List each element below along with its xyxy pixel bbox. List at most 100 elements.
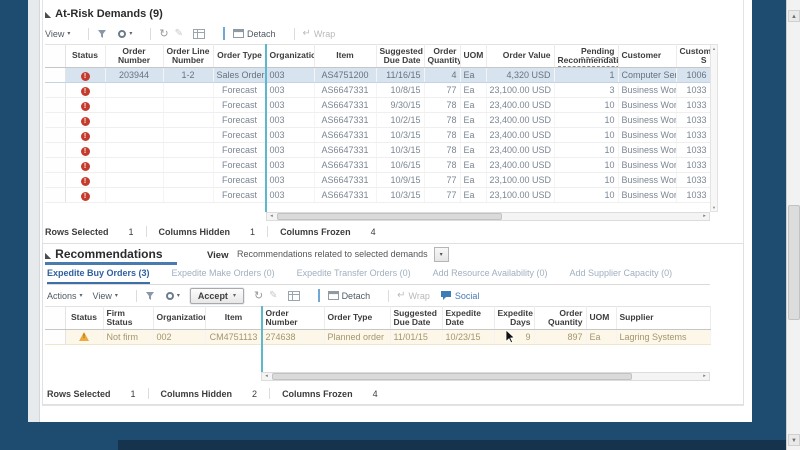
scroll-right-icon[interactable]: ▸ [700, 213, 709, 220]
at-risk-demand-row[interactable]: ! Forecast 003 AS6647331 10/8/15 77 Ea 23,100.0… [45, 82, 711, 98]
at-risk-section-header[interactable]: ◣ At-Risk Demands (9) [45, 8, 163, 20]
detach-button[interactable]: Detach [233, 29, 276, 39]
freeze-grid-icon [193, 28, 205, 39]
cell: 23,100.00 USD [486, 172, 555, 188]
refresh-button[interactable]: ↻ [159, 27, 168, 40]
wrap-button[interactable]: ↵ Wrap [397, 290, 430, 301]
cell: 003 [266, 67, 315, 83]
collapse-caret-icon[interactable]: ◣ [45, 251, 51, 260]
scrollbar-thumb[interactable] [788, 205, 800, 320]
tab-add-resource-availability-0[interactable]: Add Resource Availability (0) [433, 268, 548, 284]
column-header[interactable]: UOM [460, 44, 487, 68]
horizontal-scrollbar[interactable]: ◂ ▸ [266, 212, 710, 221]
scroll-down-icon[interactable]: ▼ [711, 205, 717, 210]
scrollbar-thumb[interactable] [277, 213, 502, 220]
column-header-label: Order Value [502, 50, 551, 61]
at-risk-demand-row[interactable]: ! Forecast 003 AS6647331 10/2/15 78 Ea 23,400.0… [45, 112, 711, 128]
format-menu-button[interactable]: ▾ [165, 291, 180, 300]
refresh-button[interactable]: ↻ [254, 289, 263, 302]
recommendations-section-header[interactable]: ◣ Recommendations [45, 247, 163, 261]
column-header[interactable]: Expedite Date [442, 306, 495, 330]
column-header[interactable]: Firm Status [103, 306, 154, 330]
at-risk-demand-row[interactable]: ! Forecast 003 AS6647331 10/6/15 78 Ea 23,400.0… [45, 157, 711, 173]
section-accent-underline [45, 262, 177, 265]
scrollbar-thumb[interactable] [272, 373, 632, 380]
at-risk-demand-row[interactable]: ! Forecast 003 AS6647331 10/3/15 78 Ea 23,400.0… [45, 142, 711, 158]
column-header[interactable]: Order Number [105, 44, 164, 68]
at-risk-demand-row[interactable]: ! Forecast 003 AS6647331 10/3/15 78 Ea 23,400.0… [45, 127, 711, 143]
freeze-columns-button[interactable] [287, 290, 300, 301]
column-header[interactable]: Organization [266, 44, 315, 68]
cell: 10 [554, 157, 619, 173]
format-menu-button[interactable]: ▾ [118, 29, 132, 38]
view-dropdown-button[interactable]: ▾ [433, 246, 449, 262]
vertical-scrollbar[interactable]: ▲ ▼ [786, 0, 800, 450]
row-selector[interactable] [45, 97, 66, 113]
status-cell: ! [65, 187, 106, 203]
row-selector[interactable] [45, 82, 66, 98]
freeze-columns-button[interactable] [193, 28, 205, 39]
column-header[interactable]: Pending Recommendations [554, 44, 619, 68]
at-risk-demand-row[interactable]: ! Forecast 003 AS6647331 10/3/15 77 Ea 23,100.0… [45, 187, 711, 203]
frozen-column-divider[interactable] [261, 306, 263, 372]
tab-expedite-buy-orders-3[interactable]: Expedite Buy Orders (3) [47, 268, 150, 284]
column-header[interactable]: Suggested Due Date [376, 44, 425, 68]
recommendation-row[interactable]: ! Not firm 002 CM4751113 274638 Planned order… [45, 329, 711, 345]
detach-button[interactable]: Detach [327, 291, 370, 301]
row-selector[interactable] [45, 187, 66, 203]
table-vertical-scrollbar[interactable]: ▲ ▼ [710, 44, 718, 212]
collapse-caret-icon[interactable]: ◣ [45, 10, 51, 19]
scroll-left-icon[interactable]: ◂ [267, 213, 276, 220]
row-selector[interactable] [45, 127, 66, 143]
column-header[interactable]: Item [205, 306, 263, 330]
column-header[interactable]: Supplier [616, 306, 711, 330]
column-header[interactable]: Status [65, 44, 106, 68]
column-header[interactable]: Item [314, 44, 377, 68]
column-header[interactable]: Status [65, 306, 104, 330]
frozen-column-divider[interactable] [265, 44, 267, 212]
at-risk-demand-row[interactable]: ! Forecast 003 AS6647331 9/30/15 78 Ea 23,400.0… [45, 97, 711, 113]
row-selector[interactable] [45, 329, 66, 345]
view-menu-button[interactable]: View ▾ [45, 29, 70, 39]
column-header[interactable]: Customer S [676, 44, 711, 68]
at-risk-demand-row[interactable]: ! 203944 1-2 Sales Order 003 AS4751200 11/16/1… [45, 67, 711, 83]
column-header[interactable]: Suggested Due Date [390, 306, 443, 330]
column-header[interactable]: Customer [618, 44, 677, 68]
wrap-button[interactable]: ↵ Wrap [303, 28, 336, 39]
scroll-up-icon[interactable]: ▲ [788, 10, 800, 22]
column-header[interactable]: Order Type [213, 44, 267, 68]
scroll-left-icon[interactable]: ◂ [262, 373, 271, 380]
view-menu-button[interactable]: View ▾ [93, 291, 118, 301]
row-selector[interactable] [45, 172, 66, 188]
row-selector[interactable] [45, 142, 66, 158]
row-selector[interactable] [45, 157, 66, 173]
column-header[interactable]: Order Type [324, 306, 391, 330]
column-header[interactable]: Organization [153, 306, 206, 330]
at-risk-demand-row[interactable]: ! Forecast 003 AS6647331 10/9/15 77 Ea 23,100.0… [45, 172, 711, 188]
scroll-right-icon[interactable]: ▸ [700, 373, 709, 380]
edit-button[interactable]: ✎ [269, 290, 277, 301]
query-by-example-button[interactable] [145, 291, 156, 301]
accept-button[interactable]: Accept ▾ [189, 287, 244, 304]
scroll-up-icon[interactable]: ▲ [711, 46, 717, 51]
collapsed-panel-edge[interactable] [28, 0, 40, 422]
column-header[interactable]: Order Number [262, 306, 325, 330]
column-header[interactable]: Order Quantity [424, 44, 461, 68]
tab-add-supplier-capacity-0[interactable]: Add Supplier Capacity (0) [570, 268, 673, 284]
column-header[interactable]: Expedite Days [494, 306, 535, 330]
tab-expedite-make-orders-0[interactable]: Expedite Make Orders (0) [172, 268, 275, 284]
social-button[interactable]: Social [440, 290, 479, 301]
row-selector[interactable] [45, 112, 66, 128]
column-header[interactable]: UOM [586, 306, 617, 330]
scroll-down-icon[interactable]: ▼ [788, 434, 800, 446]
tab-expedite-transfer-orders-0[interactable]: Expedite Transfer Orders (0) [297, 268, 411, 284]
recommendations-view-dropdown[interactable]: Recommendations related to selected dema… [235, 246, 449, 262]
query-by-example-button[interactable] [97, 29, 108, 39]
column-header[interactable]: Order Line Number [163, 44, 214, 68]
row-selector[interactable] [45, 67, 66, 83]
column-header[interactable]: Order Value [486, 44, 555, 68]
column-header[interactable]: Order Quantity [534, 306, 587, 330]
edit-button[interactable]: ✎ [175, 28, 183, 39]
horizontal-scrollbar[interactable]: ◂ ▸ [261, 372, 710, 381]
actions-menu-button[interactable]: Actions ▾ [47, 291, 83, 301]
